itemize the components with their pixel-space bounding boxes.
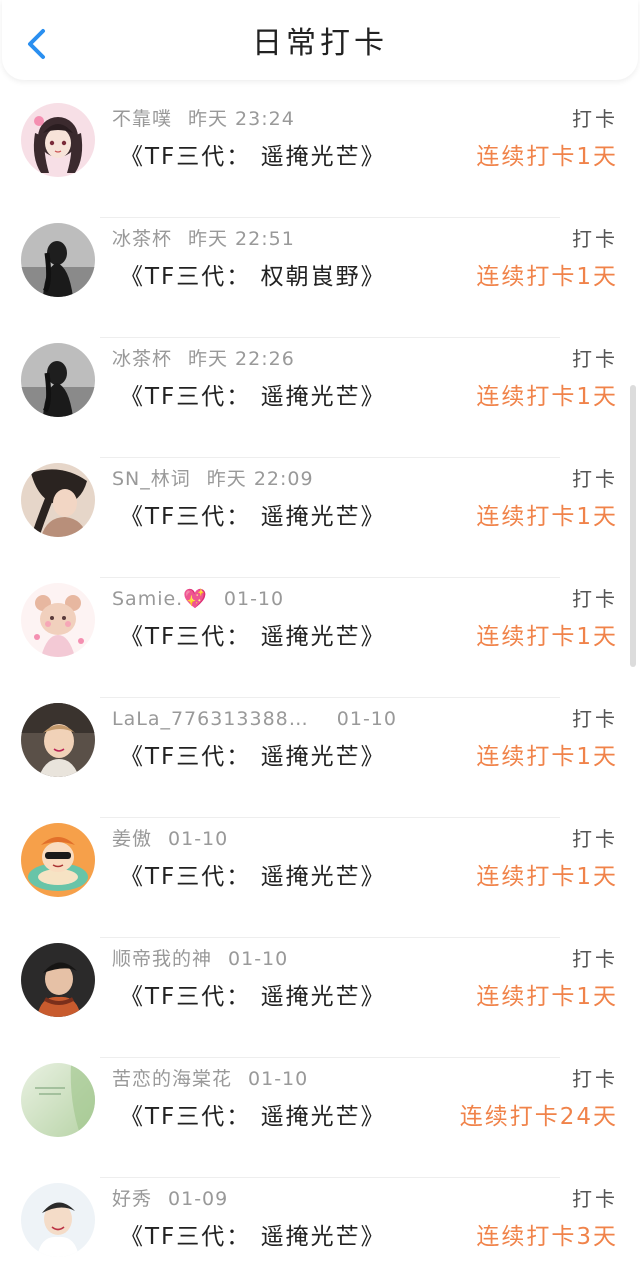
checkin-row[interactable]: 好秀 01-09 《TF三代： 遥掩光芒》 打卡 连续打卡3天 (0, 1178, 640, 1266)
user-name[interactable]: 苦恋的海棠花 (112, 1068, 232, 1090)
entry-meta: 好秀 01-09 (112, 1186, 228, 1212)
checkin-button[interactable]: 打卡 (572, 346, 618, 372)
checkin-button[interactable]: 打卡 (572, 826, 618, 852)
entry-time: 01-10 (228, 948, 289, 970)
checkin-row[interactable]: Samie.💖 01-10 《TF三代： 遥掩光芒》 打卡 连续打卡1天 (0, 578, 640, 698)
checkin-row[interactable]: 苦恋的海棠花 01-10 《TF三代： 遥掩光芒》 打卡 连续打卡24天 (0, 1058, 640, 1178)
user-avatar[interactable] (21, 1063, 95, 1137)
entry-meta: 冰茶杯 昨天 22:51 (112, 226, 295, 252)
user-name[interactable]: 姜傲 (112, 828, 152, 850)
child-photo-avatar-image (21, 703, 95, 777)
entry-meta: LaLa_776313388… 01-10 (112, 706, 397, 732)
entry-time: 01-10 (168, 828, 229, 850)
anime-girl-avatar-image (21, 103, 95, 177)
streak-label: 连续打卡1天 (476, 504, 618, 530)
checkin-row[interactable]: 冰茶杯 昨天 22:26 《TF三代： 遥掩光芒》 打卡 连续打卡1天 (0, 338, 640, 458)
user-name[interactable]: Samie.💖 (112, 588, 208, 610)
streak-label: 连续打卡1天 (476, 744, 618, 770)
cartoon-character-avatar-image (21, 823, 95, 897)
user-name[interactable]: SN_林词 (112, 468, 191, 490)
checkin-button[interactable]: 打卡 (572, 466, 618, 492)
entry-time: 昨天 22:09 (206, 468, 314, 490)
checkin-row[interactable]: SN_林词 昨天 22:09 《TF三代： 遥掩光芒》 打卡 连续打卡1天 (0, 458, 640, 578)
checkin-row[interactable]: 不靠噗 昨天 23:24 《TF三代： 遥掩光芒》 打卡 连续打卡1天 (0, 98, 640, 218)
user-name[interactable]: LaLa_776313388… (112, 708, 309, 730)
user-avatar[interactable] (21, 583, 95, 657)
user-avatar[interactable] (21, 343, 95, 417)
entry-content: 《TF三代： 遥掩光芒》 (120, 624, 386, 650)
user-name[interactable]: 冰茶杯 (112, 348, 172, 370)
streak-label: 连续打卡1天 (476, 144, 618, 170)
streak-label: 连续打卡1天 (476, 264, 618, 290)
user-avatar[interactable] (21, 223, 95, 297)
entry-time: 01-10 (248, 1068, 309, 1090)
entry-content: 《TF三代： 遥掩光芒》 (120, 984, 386, 1010)
entry-content: 《TF三代： 遥掩光芒》 (120, 384, 386, 410)
scrollbar[interactable] (630, 385, 636, 667)
entry-content: 《TF三代： 遥掩光芒》 (120, 744, 386, 770)
user-name[interactable]: 不靠噗 (112, 108, 172, 130)
entry-content: 《TF三代： 遥掩光芒》 (120, 1104, 386, 1130)
checkin-row[interactable]: LaLa_776313388… 01-10 《TF三代： 遥掩光芒》 打卡 连续打… (0, 698, 640, 818)
cartoon-bear-avatar-image (21, 583, 95, 657)
streak-label: 连续打卡24天 (459, 1104, 618, 1130)
entry-time: 01-10 (336, 708, 397, 730)
user-name[interactable]: 好秀 (112, 1188, 152, 1210)
entry-content: 《TF三代： 遥掩光芒》 (120, 1224, 386, 1250)
checkin-button[interactable]: 打卡 (572, 106, 618, 132)
checkin-button[interactable]: 打卡 (572, 1186, 618, 1212)
streak-label: 连续打卡1天 (476, 384, 618, 410)
entry-time: 昨天 23:24 (188, 108, 295, 130)
entry-meta: 姜傲 01-10 (112, 826, 228, 852)
streak-label: 连续打卡3天 (476, 1224, 618, 1250)
entry-time: 昨天 22:26 (188, 348, 295, 370)
entry-meta: 冰茶杯 昨天 22:26 (112, 346, 295, 372)
dark-photo-avatar-image (21, 223, 95, 297)
screen: 日常打卡 不靠噗 昨天 23:24 《TF三代： 遥掩光芒》 打卡 连续打卡1天… (0, 0, 640, 1266)
entry-meta: SN_林词 昨天 22:09 (112, 466, 314, 492)
checkin-button[interactable]: 打卡 (572, 706, 618, 732)
entry-content: 《TF三代： 遥掩光芒》 (120, 504, 386, 530)
user-avatar[interactable] (21, 463, 95, 537)
entry-meta: 不靠噗 昨天 23:24 (112, 106, 295, 132)
entry-meta: 苦恋的海棠花 01-10 (112, 1066, 308, 1092)
top-nav-bar: 日常打卡 (2, 0, 638, 80)
user-avatar[interactable] (21, 1183, 95, 1257)
checkin-list[interactable]: 不靠噗 昨天 23:24 《TF三代： 遥掩光芒》 打卡 连续打卡1天 冰茶杯 昨天… (0, 98, 640, 1266)
checkin-row[interactable]: 姜傲 01-10 《TF三代： 遥掩光芒》 打卡 连续打卡1天 (0, 818, 640, 938)
girl-photo-avatar-image (21, 463, 95, 537)
green-gradient-avatar-image (21, 1063, 95, 1137)
streak-label: 连续打卡1天 (476, 624, 618, 650)
entry-content: 《TF三代： 权朝崀野》 (120, 264, 386, 290)
user-name[interactable]: 顺帝我的神 (112, 948, 212, 970)
user-avatar[interactable] (21, 703, 95, 777)
entry-content: 《TF三代： 遥掩光芒》 (120, 864, 386, 890)
user-avatar[interactable] (21, 103, 95, 177)
entry-content: 《TF三代： 遥掩光芒》 (120, 144, 386, 170)
user-name[interactable]: 冰茶杯 (112, 228, 172, 250)
entry-time: 01-10 (223, 588, 285, 610)
entry-time: 昨天 22:51 (188, 228, 295, 250)
checkin-button[interactable]: 打卡 (572, 586, 618, 612)
boy-photo-avatar-image (21, 943, 95, 1017)
entry-meta: 顺帝我的神 01-10 (112, 946, 288, 972)
streak-label: 连续打卡1天 (476, 864, 618, 890)
checkin-button[interactable]: 打卡 (572, 1066, 618, 1092)
entry-time: 01-09 (168, 1188, 229, 1210)
checkin-button[interactable]: 打卡 (572, 946, 618, 972)
checkin-row[interactable]: 冰茶杯 昨天 22:51 《TF三代： 权朝崀野》 打卡 连续打卡1天 (0, 218, 640, 338)
checkin-button[interactable]: 打卡 (572, 226, 618, 252)
streak-label: 连续打卡1天 (476, 984, 618, 1010)
dark-photo-avatar-image (21, 343, 95, 417)
user-avatar[interactable] (21, 943, 95, 1017)
user-avatar[interactable] (21, 823, 95, 897)
entry-meta: Samie.💖 01-10 (112, 586, 284, 612)
page-title: 日常打卡 (252, 26, 388, 61)
smiling-boy-avatar-image (21, 1183, 95, 1257)
checkin-row[interactable]: 顺帝我的神 01-10 《TF三代： 遥掩光芒》 打卡 连续打卡1天 (0, 938, 640, 1058)
